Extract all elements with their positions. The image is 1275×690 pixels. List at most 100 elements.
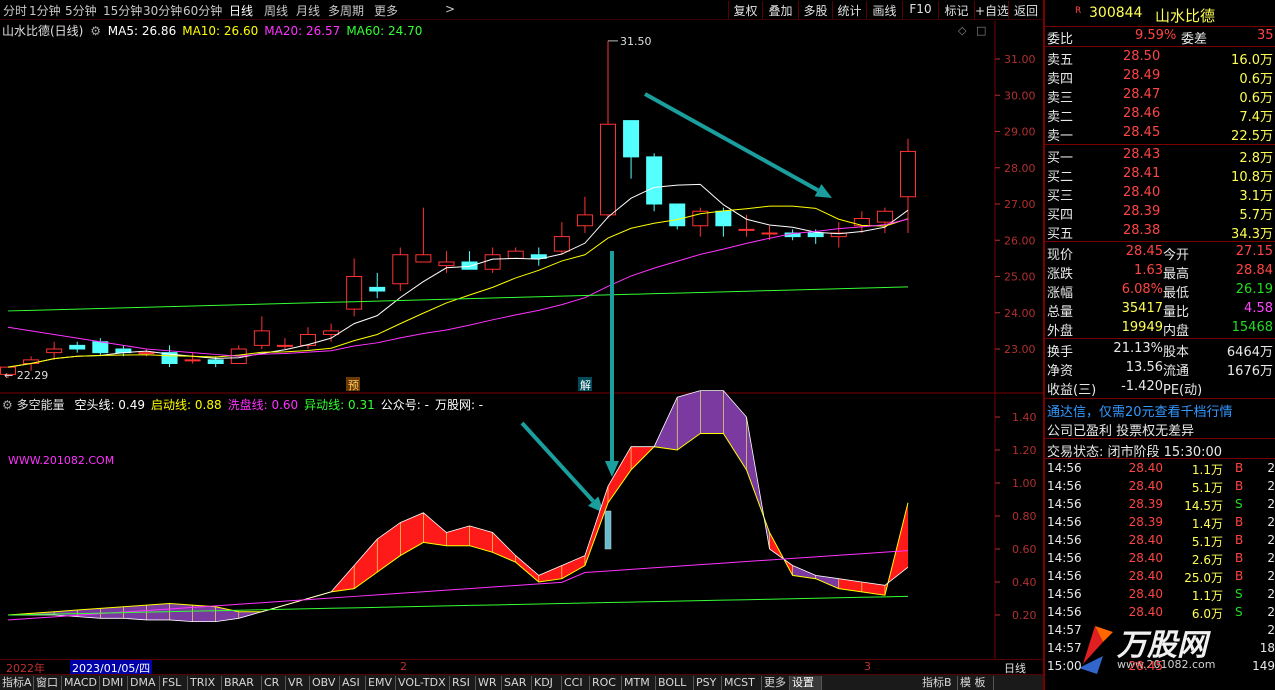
candle bbox=[484, 254, 501, 270]
buy-level-4: 买四 28.39 5.7万 bbox=[1045, 203, 1275, 223]
indicator-tab-22[interactable]: PSY bbox=[694, 676, 722, 690]
tick-volume: 1.1万 bbox=[1191, 463, 1223, 477]
indicator-tab-13[interactable]: VOL-TDX bbox=[396, 676, 450, 690]
period-tab-9[interactable]: 多周期 bbox=[328, 2, 364, 19]
indicator-tab-15[interactable]: WR bbox=[476, 676, 502, 690]
period-tab-6[interactable]: 日线 bbox=[229, 2, 253, 19]
kline-chart-svg[interactable]: 31.00 30.00 29.00 28.00 27.00 26.00 25.00 24.00… bbox=[0, 21, 1043, 659]
indicator-tab-5[interactable]: FSL bbox=[160, 676, 188, 690]
tick-side: S bbox=[1235, 497, 1243, 511]
sub-legend-0: 空头线: 0.49 bbox=[74, 398, 146, 412]
toolbar-button-7[interactable]: +自选 bbox=[974, 1, 1009, 19]
tick-count: 149 bbox=[1252, 659, 1275, 673]
indicator-tab-24[interactable]: 更多 bbox=[762, 676, 790, 690]
indicator-tab-20[interactable]: MTM bbox=[622, 676, 656, 690]
indicator-tab-0[interactable]: 指标A bbox=[0, 676, 34, 690]
stat-value: 6.08% bbox=[1121, 282, 1163, 297]
level-volume: 3.1万 bbox=[1239, 189, 1273, 204]
period-tab-2[interactable]: 5分钟 bbox=[65, 2, 97, 19]
main-legend: 山水比德(日线) ⚙ MA5: 26.86 MA10: 26.60 MA20: 26… bbox=[2, 22, 428, 39]
toolbar-button-0[interactable]: 复权 bbox=[728, 1, 762, 19]
ad-line-2[interactable]: 公司已盈利 投票权无差异 bbox=[1045, 419, 1275, 439]
divider bbox=[1045, 398, 1275, 399]
energy-band bbox=[700, 390, 724, 434]
level-price: 28.47 bbox=[1123, 87, 1161, 102]
indicator-tab-10[interactable]: OBV bbox=[310, 676, 340, 690]
square-icon[interactable]: □ bbox=[976, 24, 986, 37]
candle bbox=[876, 210, 893, 223]
period-tab-0[interactable]: 分时 bbox=[3, 2, 27, 19]
level-price: 28.39 bbox=[1123, 204, 1161, 219]
buy-level-3: 买三 28.40 3.1万 bbox=[1045, 184, 1275, 204]
candle bbox=[184, 359, 201, 362]
sub-legend-5: 万股网: - bbox=[434, 398, 484, 412]
indicator-tab-23[interactable]: MCST bbox=[722, 676, 762, 690]
indicator-tab-8[interactable]: CR bbox=[262, 676, 286, 690]
ad-line-1[interactable]: 通达信，仅需20元查看千档行情 bbox=[1045, 400, 1275, 420]
y-tick-label-8: 23.00 bbox=[1004, 343, 1036, 356]
period-tab-3[interactable]: 15分钟 bbox=[103, 2, 142, 19]
tick-volume: 2.6万 bbox=[1191, 553, 1223, 567]
level-price: 28.43 bbox=[1123, 147, 1161, 162]
period-tab-5[interactable]: 60分钟 bbox=[183, 2, 222, 19]
trade-status-row: 交易状态: 闭市阶段 15:30:00 bbox=[1045, 440, 1275, 460]
indicator-tab-17[interactable]: KDJ bbox=[532, 676, 562, 690]
tick-row-6: 14:56 28.40 25.0万 B 2 bbox=[1045, 568, 1275, 586]
ma-legend-2: MA20: 26.57 bbox=[264, 24, 341, 38]
indicator-tab-18[interactable]: CCI bbox=[562, 676, 590, 690]
indicator-tab-3[interactable]: DMI bbox=[100, 676, 128, 690]
toolbar-button-6[interactable]: 标记 bbox=[938, 1, 974, 19]
period-tab-1[interactable]: 1分钟 bbox=[29, 2, 61, 19]
toolbar-button-2[interactable]: 多股 bbox=[798, 1, 832, 19]
indicator-tab-7[interactable]: BRAR bbox=[222, 676, 262, 690]
stat-label: 涨跌 bbox=[1047, 267, 1074, 282]
tick-side: S bbox=[1235, 587, 1243, 601]
indicator-tab-21[interactable]: BOLL bbox=[656, 676, 694, 690]
weicha-value: 35 bbox=[1257, 28, 1274, 43]
tick-time: 14:56 bbox=[1047, 479, 1082, 493]
level-volume: 10.8万 bbox=[1231, 170, 1273, 185]
stat-label-2: 量比 bbox=[1163, 305, 1190, 320]
indicator-tab-6[interactable]: TRIX bbox=[188, 676, 222, 690]
chart-control-icons[interactable]: ◇ □ bbox=[958, 24, 986, 37]
toolbar-button-3[interactable]: 统计 bbox=[832, 1, 866, 19]
indicator-tab-1[interactable]: 窗口 bbox=[34, 676, 62, 690]
bottom-right-tab-1[interactable]: 模 板 bbox=[958, 676, 994, 690]
stat-row-4: 外盘 19949 内盘 15468 bbox=[1045, 319, 1275, 339]
diamond-icon[interactable]: ◇ bbox=[958, 24, 966, 37]
indicator-tab-9[interactable]: VR bbox=[286, 676, 310, 690]
indicator-tab-2[interactable]: MACD bbox=[62, 676, 100, 690]
indicator-tab-4[interactable]: DMA bbox=[128, 676, 160, 690]
tick-count: 2 bbox=[1267, 497, 1275, 511]
level-price: 28.38 bbox=[1123, 223, 1161, 238]
indicator-tab-16[interactable]: SAR bbox=[502, 676, 532, 690]
period-tab-7[interactable]: 周线 bbox=[264, 2, 288, 19]
toolbar-button-1[interactable]: 叠加 bbox=[762, 1, 798, 19]
chart-area[interactable]: 31.00 30.00 29.00 28.00 27.00 26.00 25.00 24.00… bbox=[0, 21, 1043, 659]
sub-settings-icon[interactable]: ⚙ bbox=[2, 398, 13, 412]
indicator-tab-11[interactable]: ASI bbox=[340, 676, 366, 690]
settings-gear-icon[interactable]: ⚙ bbox=[90, 24, 101, 38]
indicator-tab-14[interactable]: RSI bbox=[450, 676, 476, 690]
period-tab-8[interactable]: 月线 bbox=[296, 2, 320, 19]
ma-legend-3: MA60: 24.70 bbox=[346, 24, 423, 38]
stat-label: 涨幅 bbox=[1047, 286, 1074, 301]
indicator-tab-12[interactable]: EMV bbox=[366, 676, 396, 690]
period-tab-4[interactable]: 30分钟 bbox=[143, 2, 182, 19]
weibi-value: 9.59% bbox=[1135, 28, 1177, 43]
bottom-right-tab-0[interactable]: 指标B bbox=[920, 676, 958, 690]
toolbar-button-4[interactable]: 画线 bbox=[866, 1, 902, 19]
toolbar-button-8[interactable]: 返回 bbox=[1008, 1, 1043, 19]
indicator-tab-19[interactable]: ROC bbox=[590, 676, 622, 690]
more-chevron-icon[interactable]: > bbox=[445, 2, 455, 16]
sell-level-5: 卖五 28.50 16.0万 bbox=[1045, 48, 1275, 68]
quote-panel: R 300844 山水比德 委比 9.59% 委差 35 通达信，仅需20元查看… bbox=[1043, 0, 1275, 690]
period-tab-10[interactable]: 更多 bbox=[374, 2, 398, 19]
ad-text-1[interactable]: 通达信，仅需20元查看千档行情 bbox=[1047, 401, 1233, 420]
level-price: 28.41 bbox=[1123, 166, 1161, 181]
stat-value: 35417 bbox=[1121, 301, 1163, 316]
weibi-row: 委比 9.59% 委差 35 bbox=[1045, 27, 1275, 47]
indicator-tab-25[interactable]: 设置 bbox=[790, 676, 822, 690]
ad-text-2[interactable]: 公司已盈利 投票权无差异 bbox=[1047, 420, 1194, 439]
toolbar-button-5[interactable]: F10 bbox=[902, 1, 938, 19]
